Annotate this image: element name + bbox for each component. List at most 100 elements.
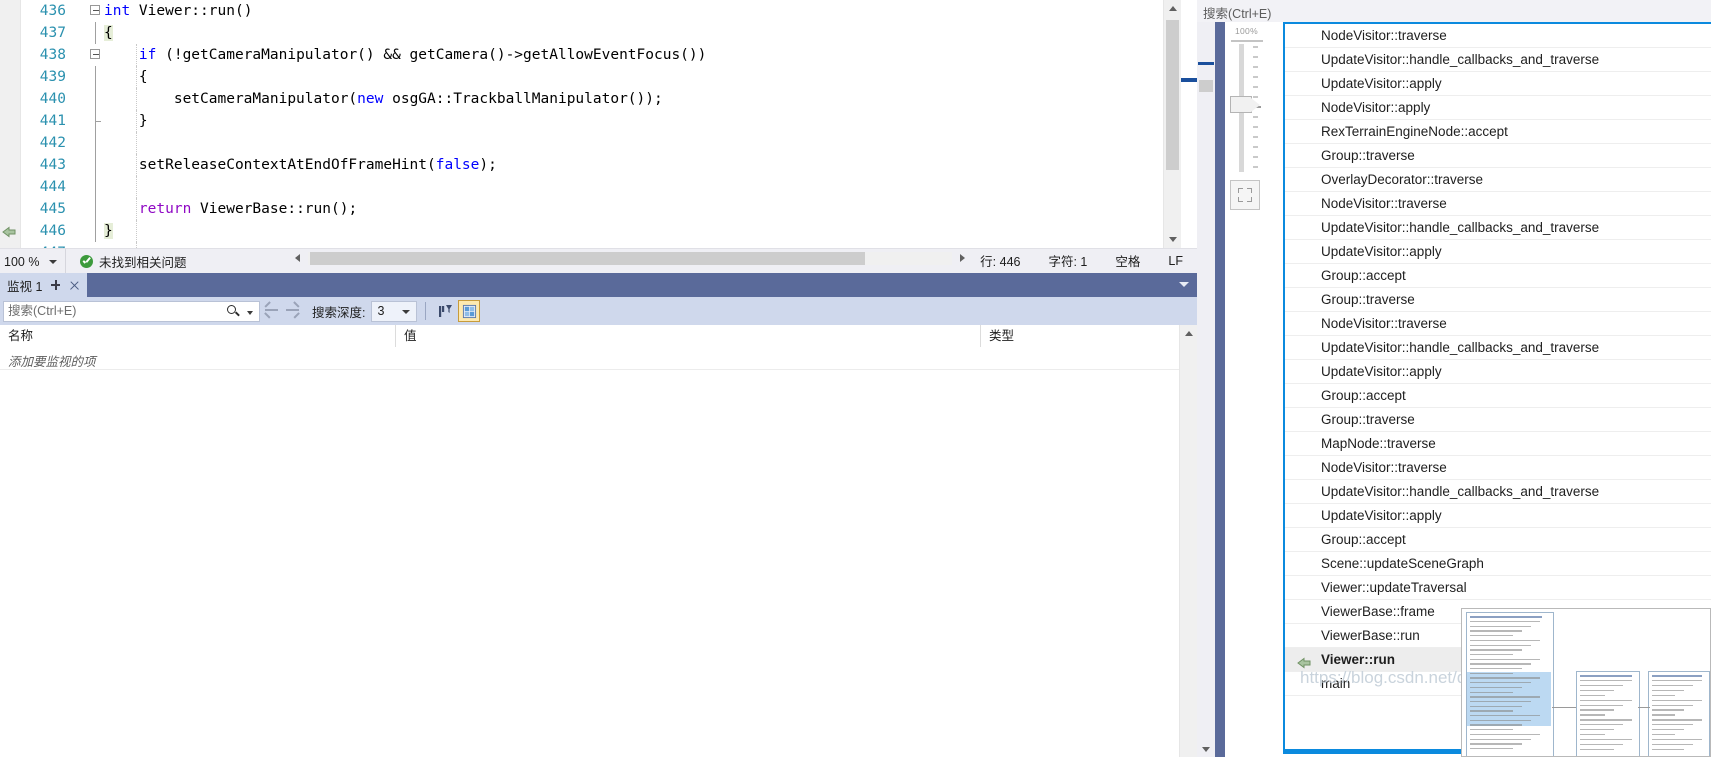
editor-line[interactable]: 446} [0, 220, 1180, 242]
editor-line[interactable]: 436 int Viewer::run() [0, 0, 1180, 22]
call-stack-frame[interactable]: Group::traverse [1285, 144, 1711, 168]
editor-line[interactable]: 441 } [0, 110, 1180, 132]
editor-line[interactable]: 438 if (!getCameraManipulator() && getCa… [0, 44, 1180, 66]
filter-icon[interactable] [434, 300, 456, 322]
slider-thumb[interactable] [1230, 96, 1260, 113]
code-editor[interactable]: 436 int Viewer::run() 437{438 if (!getCame… [0, 0, 1197, 248]
call-stack-frame[interactable]: Group::accept [1285, 528, 1711, 552]
call-stack-frame[interactable]: Group::accept [1285, 384, 1711, 408]
call-stack-frame[interactable]: Group::accept [1285, 264, 1711, 288]
scroll-up-button[interactable] [1164, 0, 1181, 17]
minimap-line [1580, 729, 1614, 731]
minimap-line [1652, 680, 1702, 682]
fit-to-screen-button[interactable] [1230, 180, 1260, 210]
column-header-value[interactable]: 值 [396, 325, 980, 347]
minimap-line [1470, 644, 1531, 646]
fold-guide [90, 88, 102, 110]
call-stack-frame[interactable]: Scene::updateSceneGraph [1285, 552, 1711, 576]
scrollbar-thumb[interactable] [1199, 80, 1213, 92]
search-depth-value: 3 [377, 304, 385, 318]
hscroll-thumb[interactable] [310, 252, 865, 265]
call-stack-frame[interactable]: UpdateVisitor::apply [1285, 240, 1711, 264]
search-previous-button[interactable] [260, 300, 282, 322]
current-frame-arrow-icon [1297, 654, 1312, 669]
watch-vertical-scrollbar[interactable] [1179, 325, 1197, 757]
editor-line[interactable]: 437 { [0, 22, 1180, 44]
call-stack-frame[interactable]: UpdateVisitor::handle_callbacks_and_trav… [1285, 48, 1711, 72]
scroll-up-button[interactable] [1180, 325, 1197, 342]
call-stack-frame[interactable]: NodeVisitor::traverse [1285, 456, 1711, 480]
call-stack-frame[interactable]: RexTerrainEngineNode::accept [1285, 120, 1711, 144]
editor-line[interactable]: 445 return ViewerBase::run(); [0, 198, 1180, 220]
minimap-selection [1467, 672, 1551, 726]
call-stack-frame[interactable]: UpdateVisitor::apply [1285, 360, 1711, 384]
minimap-line [1580, 719, 1632, 721]
editor-line[interactable]: 444 [0, 176, 1180, 198]
call-stack-frame[interactable]: NodeVisitor::traverse [1285, 312, 1711, 336]
scroll-down-button[interactable] [1197, 741, 1215, 757]
chevron-down-icon[interactable] [247, 310, 253, 315]
minimap-line [1470, 630, 1522, 632]
editor-horizontal-scrollbar[interactable] [290, 250, 970, 268]
watch-rows[interactable]: 添加要监视的项 [0, 347, 1180, 757]
editor-line[interactable]: 443 setReleaseContextAtEndOfFrameHint(fa… [0, 154, 1180, 176]
minimap-line [1470, 635, 1513, 637]
editor-lines[interactable]: 436 int Viewer::run() 437{438 if (!getCame… [0, 0, 1180, 248]
call-stack-frame[interactable]: NodeVisitor::traverse [1285, 192, 1711, 216]
close-icon[interactable] [69, 280, 80, 291]
fold-toggle-icon[interactable] [90, 0, 102, 22]
call-stack-frame[interactable]: Group::traverse [1285, 288, 1711, 312]
zoom-slider-control[interactable]: 100% [1225, 22, 1279, 222]
callstack-search-box[interactable]: 搜索(Ctrl+E) [1197, 0, 1711, 22]
column-header-type[interactable]: 类型 [981, 325, 1180, 347]
code-text: setCameraManipulator(new osgGA::Trackbal… [104, 91, 663, 107]
scroll-down-button[interactable] [1164, 231, 1181, 248]
call-stack-frame[interactable]: UpdateVisitor::apply [1285, 504, 1711, 528]
editor-vertical-scrollbar[interactable] [1163, 0, 1181, 248]
zoom-level-combo[interactable]: 100 % [0, 249, 66, 274]
tab-watch-1[interactable]: 监视 1 [0, 273, 88, 297]
hexadecimal-display-icon[interactable] [458, 300, 481, 322]
watch-panel: 监视 1 搜索深度: 3 [0, 273, 1197, 757]
call-stack-frame-label: main [1321, 676, 1351, 691]
line-number: 443 [39, 157, 66, 173]
watch-search-box[interactable] [3, 300, 260, 322]
column-header-name[interactable]: 名称 [0, 325, 395, 347]
callstack-outer-scrollbar[interactable] [1197, 0, 1215, 757]
fold-toggle-icon[interactable] [90, 44, 102, 66]
minimap-line [1652, 709, 1684, 711]
indent-guide [136, 132, 137, 154]
slider-tick [1253, 126, 1258, 128]
call-stack-frame[interactable]: NodeVisitor::traverse [1285, 24, 1711, 48]
call-stack-frame[interactable]: UpdateVisitor::handle_callbacks_and_trav… [1285, 480, 1711, 504]
search-input[interactable] [4, 303, 210, 319]
call-stack-frame[interactable]: NodeVisitor::apply [1285, 96, 1711, 120]
call-stack-frame[interactable]: UpdateVisitor::handle_callbacks_and_trav… [1285, 216, 1711, 240]
minimap-line [1580, 733, 1605, 736]
call-stack-frame[interactable]: OverlayDecorator::traverse [1285, 168, 1711, 192]
editor-line[interactable]: 440 setCameraManipulator(new osgGA::Trac… [0, 88, 1180, 110]
search-icon[interactable] [227, 304, 240, 318]
call-stack-frame[interactable]: UpdateVisitor::apply [1285, 72, 1711, 96]
call-stack-frame[interactable]: UpdateVisitor::handle_callbacks_and_trav… [1285, 336, 1711, 360]
minimap-thumbnail[interactable] [1461, 608, 1711, 757]
minimap-header [1470, 616, 1542, 618]
call-stack-frame-label: RexTerrainEngineNode::accept [1321, 124, 1508, 139]
search-depth-combo[interactable]: 3 [371, 300, 418, 322]
pin-icon[interactable] [50, 279, 62, 291]
editor-line[interactable]: 439 { [0, 66, 1180, 88]
watch-add-item-placeholder[interactable]: 添加要监视的项 [8, 351, 96, 370]
scrollbar-thumb[interactable] [1166, 20, 1179, 170]
chevron-down-icon[interactable] [1179, 282, 1189, 287]
search-next-button[interactable] [282, 300, 304, 322]
line-number: 444 [39, 179, 66, 195]
call-stack-frame[interactable]: MapNode::traverse [1285, 432, 1711, 456]
editor-line[interactable]: 442 [0, 132, 1180, 154]
code-text: if (!getCameraManipulator() && getCamera… [138, 47, 707, 63]
hscroll-left-button[interactable] [290, 250, 306, 268]
minimap-line [1580, 684, 1623, 687]
minimap-line [1470, 668, 1522, 670]
call-stack-frame[interactable]: Viewer::updateTraversal [1285, 576, 1711, 600]
line-number: 446 [39, 223, 66, 239]
call-stack-frame[interactable]: Group::traverse [1285, 408, 1711, 432]
